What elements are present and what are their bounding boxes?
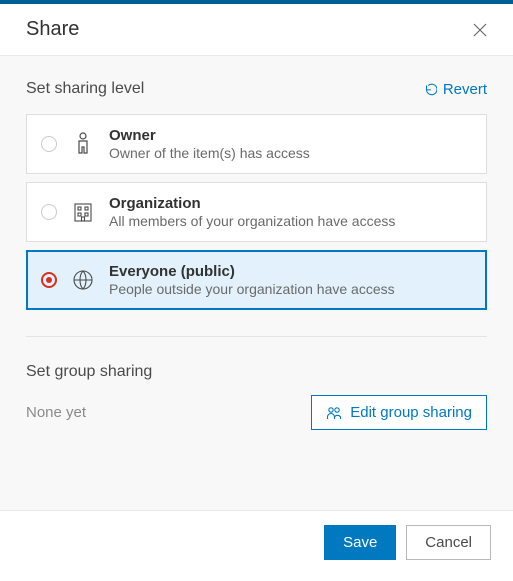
option-organization[interactable]: Organization All members of your organiz…: [26, 182, 487, 242]
revert-icon: [423, 82, 437, 96]
radio-everyone[interactable]: [41, 272, 57, 288]
globe-icon: [71, 268, 95, 292]
sharing-level-title: Set sharing level: [26, 80, 144, 98]
sharing-options: Owner Owner of the item(s) has access Or…: [26, 114, 487, 310]
person-icon: [71, 132, 95, 156]
option-everyone-desc: People outside your organization have ac…: [109, 281, 395, 297]
dialog-body: Set sharing level Revert Owner Owner of …: [0, 56, 513, 510]
option-everyone[interactable]: Everyone (public) People outside your or…: [26, 250, 487, 310]
dialog-title: Share: [26, 18, 79, 41]
option-owner-title: Owner: [109, 127, 310, 144]
option-organization-title: Organization: [109, 195, 395, 212]
dialog-header: Share: [0, 4, 513, 56]
close-button[interactable]: [469, 19, 491, 41]
group-sharing-title: Set group sharing: [26, 363, 487, 381]
group-sharing-row: None yet Edit group sharing: [26, 395, 487, 430]
section-divider: [26, 336, 487, 337]
cancel-button[interactable]: Cancel: [406, 525, 491, 560]
option-organization-text: Organization All members of your organiz…: [109, 195, 395, 229]
group-sharing-none: None yet: [26, 404, 86, 421]
sharing-level-header: Set sharing level Revert: [26, 80, 487, 98]
dialog-footer: Save Cancel: [0, 510, 513, 574]
option-owner-text: Owner Owner of the item(s) has access: [109, 127, 310, 161]
option-everyone-title: Everyone (public): [109, 263, 395, 280]
group-icon: [326, 405, 342, 421]
option-everyone-text: Everyone (public) People outside your or…: [109, 263, 395, 297]
option-organization-desc: All members of your organization have ac…: [109, 213, 395, 229]
option-owner[interactable]: Owner Owner of the item(s) has access: [26, 114, 487, 174]
revert-button[interactable]: Revert: [423, 81, 487, 98]
option-owner-desc: Owner of the item(s) has access: [109, 145, 310, 161]
edit-group-sharing-label: Edit group sharing: [350, 404, 472, 421]
close-icon: [471, 21, 489, 39]
edit-group-sharing-button[interactable]: Edit group sharing: [311, 395, 487, 430]
building-icon: [71, 200, 95, 224]
radio-owner[interactable]: [41, 136, 57, 152]
save-button[interactable]: Save: [324, 525, 396, 560]
revert-label: Revert: [443, 81, 487, 98]
radio-organization[interactable]: [41, 204, 57, 220]
